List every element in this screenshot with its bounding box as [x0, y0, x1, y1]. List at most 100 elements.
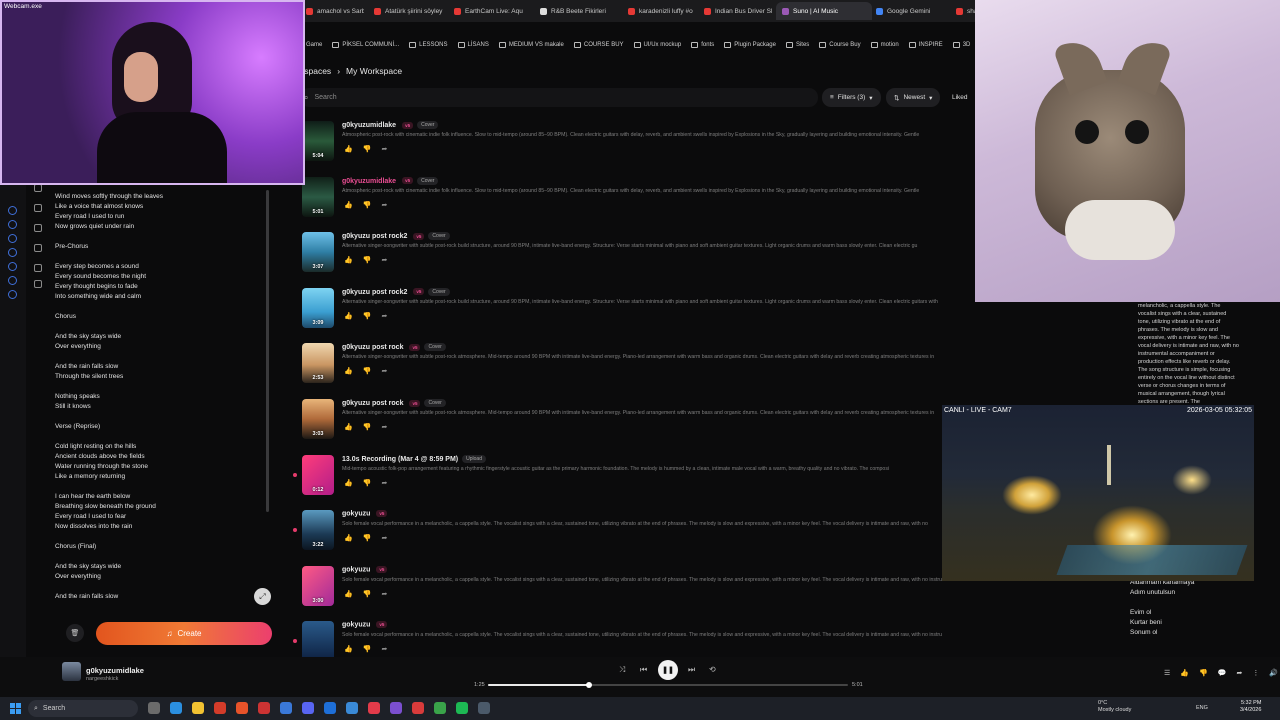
share-icon[interactable]: ➦ — [381, 479, 387, 487]
browser-tab[interactable]: Suno | AI Music — [776, 2, 872, 20]
repeat-icon[interactable]: ⟲ — [709, 665, 716, 674]
language-indicator[interactable]: ENG — [1196, 705, 1208, 711]
song-row[interactable]: 3:07 g0kyuzu post rock2 v5 Cover Alternative… — [300, 232, 975, 284]
dislike-icon[interactable]: 👎 — [363, 423, 372, 431]
song-cover[interactable]: 3:00 — [302, 565, 334, 606]
liked-button[interactable]: Liked — [946, 88, 974, 107]
browser-tab[interactable]: R&B Beete Fikirleri — [534, 2, 620, 20]
app-icon[interactable] — [412, 702, 424, 714]
volume-icon[interactable]: 🔊 — [1269, 669, 1278, 677]
song-row[interactable]: 5:04 g0kyuzumidlake v5 Cover Atmospheric pos… — [300, 121, 975, 173]
app-icon[interactable] — [456, 702, 468, 714]
progress-knob[interactable] — [585, 682, 592, 688]
previous-icon[interactable]: ⏮ — [640, 665, 647, 675]
bookmark-item[interactable]: Plugin Package — [724, 42, 776, 48]
shuffle-icon[interactable] — [34, 204, 42, 212]
bookmark-item[interactable]: fonts — [691, 42, 714, 48]
discord-icon[interactable] — [302, 702, 314, 714]
browser-tab[interactable]: EarthCam Live: Aqu — [448, 2, 532, 20]
like-icon[interactable]: 👍 — [344, 423, 353, 431]
song-cover[interactable]: 0:12 — [302, 454, 334, 495]
browser-tab[interactable]: Google Gemini — [870, 2, 950, 20]
song-title[interactable]: 13.0s Recording (Mar 4 @ 8:59 PM) Upload — [342, 454, 486, 463]
browser-tab[interactable]: sha — [950, 2, 976, 20]
lyrics-scrollbar[interactable] — [266, 190, 269, 512]
windows-start-icon[interactable] — [10, 703, 21, 714]
bookmark-item[interactable]: Course Buy — [819, 42, 861, 48]
clear-button[interactable]: 🗑 — [66, 624, 84, 642]
song-title[interactable]: g0kyuzu post rock v5 Cover — [342, 399, 446, 407]
share-icon[interactable]: ➦ — [381, 645, 387, 653]
like-icon[interactable]: 👍 — [1180, 669, 1189, 677]
share-icon[interactable]: ➦ — [381, 534, 387, 542]
dislike-icon[interactable]: 👎 — [363, 534, 372, 542]
like-icon[interactable]: 👍 — [344, 256, 353, 264]
song-cover[interactable]: 5:01 — [302, 176, 334, 217]
share-icon[interactable]: ➦ — [381, 256, 387, 264]
explore-icon[interactable] — [8, 248, 17, 257]
dislike-icon[interactable]: 👎 — [363, 590, 372, 598]
comment-icon[interactable]: 💬 — [1218, 669, 1227, 677]
edge-icon[interactable] — [170, 702, 182, 714]
song-row[interactable]: 2:53 g0kyuzu post rock v5 Cover Alternative … — [300, 343, 975, 395]
app-icon[interactable] — [346, 702, 358, 714]
dislike-icon[interactable]: 👎 — [363, 256, 372, 264]
search-input[interactable]: ⌕ Search — [300, 88, 818, 107]
like-icon[interactable]: 👍 — [344, 479, 353, 487]
bars-icon[interactable] — [34, 224, 42, 232]
share-icon[interactable]: ➦ — [381, 423, 387, 431]
song-title[interactable]: g0kyuzu post rock v5 Cover — [342, 343, 446, 352]
taskbar-search[interactable]: ⌕ Search — [28, 700, 138, 717]
like-icon[interactable]: 👍 — [344, 145, 353, 153]
song-cover[interactable]: 3:09 — [302, 287, 334, 328]
bookmark-item[interactable]: Sites — [785, 42, 809, 48]
notifications-icon[interactable] — [8, 276, 17, 285]
like-icon[interactable]: 👍 — [344, 590, 353, 598]
song-title[interactable]: gokyuzu v5 — [342, 621, 388, 629]
now-playing-cover[interactable] — [62, 662, 81, 681]
bookmark-item[interactable]: 3D — [952, 42, 970, 48]
library-icon[interactable] — [8, 234, 17, 243]
song-title[interactable]: gokyuzu v5 — [342, 510, 388, 518]
song-cover[interactable]: 3:07 — [302, 232, 334, 273]
search-nav-icon[interactable] — [8, 262, 17, 271]
share-icon[interactable]: ➦ — [381, 367, 387, 375]
create-icon[interactable] — [8, 220, 17, 229]
song-row[interactable]: 3:03 g0kyuzu post rock v5 Cover Alternative … — [300, 399, 975, 451]
illustrator-icon[interactable] — [214, 702, 226, 714]
like-icon[interactable]: 👍 — [344, 312, 353, 320]
next-icon[interactable]: ⏭ — [688, 665, 695, 675]
share-icon[interactable]: ➦ — [381, 145, 387, 153]
create-button[interactable]: ♫ Create — [96, 622, 272, 645]
song-row[interactable]: 3:09 g0kyuzu post rock2 v5 Cover Alternative… — [300, 287, 975, 340]
dislike-icon[interactable]: 👎 — [363, 645, 372, 653]
song-cover[interactable] — [302, 621, 334, 662]
bookmark-item[interactable]: INSPIRE — [908, 42, 943, 48]
now-playing-artist[interactable]: nargeeshkick — [86, 676, 118, 682]
file-explorer-icon[interactable] — [192, 702, 204, 714]
dislike-icon[interactable]: 👎 — [363, 312, 372, 320]
song-row[interactable]: 5:01 g0kyuzumidlake v5 Cover Atmospheric pos… — [300, 176, 975, 229]
app-icon[interactable] — [434, 702, 446, 714]
after-effects-icon[interactable] — [324, 702, 336, 714]
dislike-icon[interactable]: 👎 — [1199, 669, 1208, 677]
browser-tab[interactable]: amachol vs Sarbick — [300, 2, 364, 20]
share-icon[interactable]: ➦ — [381, 590, 387, 598]
bookmark-item[interactable]: COURSE BUY — [573, 42, 624, 48]
song-row[interactable]: 3:22 gokyuzu v5 Solo female vocal performan… — [293, 510, 975, 562]
bookmark-item[interactable]: UI/Ux mockup — [633, 42, 681, 48]
song-cover[interactable]: 3:03 — [302, 399, 334, 439]
pause-button[interactable]: ❚❚ — [658, 660, 678, 680]
bell-icon[interactable] — [34, 280, 42, 288]
filters-button[interactable]: ≡ Filters (3) ▾ — [822, 88, 881, 107]
more-icon[interactable]: ⋮ — [1252, 669, 1259, 677]
system-clock[interactable]: 5:32 PM 3/4/2026 — [1240, 700, 1261, 714]
home-icon[interactable] — [8, 206, 17, 215]
song-row[interactable]: 0:12 13.0s Recording (Mar 4 @ 8:59 PM) Upl… — [293, 454, 975, 507]
browser-tab[interactable]: Indian Bus Driver Sh — [698, 2, 772, 20]
like-icon[interactable]: 👍 — [344, 201, 353, 209]
bookmark-item[interactable]: LİSANS — [457, 42, 489, 48]
song-cover[interactable]: 2:53 — [302, 343, 334, 384]
expand-button[interactable]: ⤢ — [254, 588, 271, 605]
bookmark-item[interactable]: PİKSEL COMMUNİ... — [332, 42, 399, 48]
